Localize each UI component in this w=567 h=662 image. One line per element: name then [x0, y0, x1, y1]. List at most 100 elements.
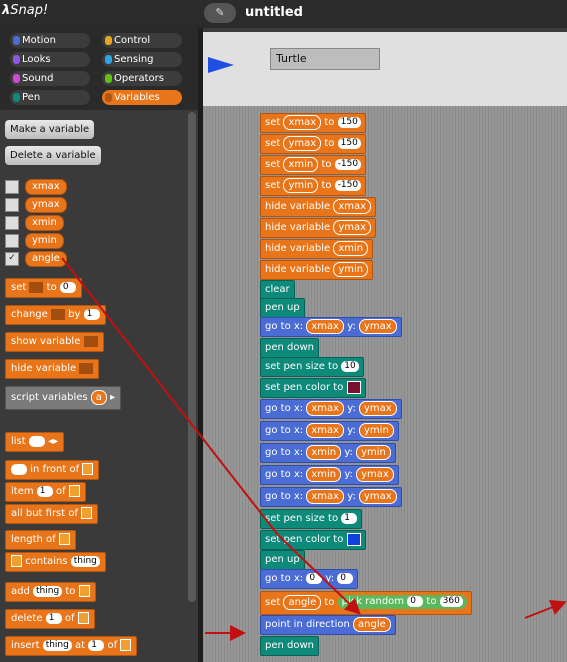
change-block[interactable]: change by 1 — [5, 305, 106, 325]
block-palette[interactable]: Make a variable Delete a variable xmax y… — [0, 110, 198, 662]
script-clear[interactable]: clear — [260, 280, 295, 300]
var-dropdown[interactable]: xmax — [283, 114, 322, 130]
category-variables[interactable]: Variables — [102, 90, 182, 105]
script-set-ymax[interactable]: set ymax to 150 — [260, 134, 366, 154]
snap-logo[interactable]: λSnap! — [2, 3, 48, 25]
pen-color-swatch[interactable] — [346, 380, 361, 394]
category-operators[interactable]: Operators — [102, 71, 182, 86]
script-set-pen-color-2[interactable]: set pen color to — [260, 530, 366, 550]
arrows-icon[interactable]: ◂▸ — [48, 436, 58, 447]
y-value[interactable]: 0 — [337, 572, 354, 584]
y-value[interactable]: ymax — [359, 488, 397, 504]
pick-random-block[interactable]: pick random 0 to 360 — [337, 595, 467, 609]
value-slot[interactable]: 150 — [337, 137, 361, 149]
list-block[interactable]: list ◂▸ — [5, 432, 65, 452]
var-dropdown[interactable]: ymin — [283, 177, 319, 193]
y-value[interactable]: ymax — [359, 318, 397, 334]
value-slot[interactable]: 1 — [83, 308, 100, 320]
show-variable-block[interactable]: show variable — [5, 332, 104, 352]
script-set-pen-size[interactable]: set pen size to 10 — [260, 357, 364, 377]
y-value[interactable]: ymax — [356, 466, 394, 482]
value-slot[interactable]: 0 — [407, 595, 424, 607]
x-value[interactable]: xmin — [306, 466, 342, 482]
palette-scrollbar[interactable] — [188, 112, 196, 602]
item-of-block[interactable]: item 1 of — [5, 482, 86, 502]
category-motion[interactable]: Motion — [10, 33, 90, 48]
value-slot[interactable]: thing — [70, 555, 100, 567]
script-pen-down-2[interactable]: pen down — [260, 636, 319, 656]
y-value[interactable]: ymax — [359, 400, 397, 416]
arrow-right-icon[interactable]: ▸ — [110, 392, 115, 403]
insert-block[interactable]: insert thing at 1 of — [5, 636, 138, 656]
add-block[interactable]: add thing to — [5, 582, 96, 602]
script-area[interactable] — [203, 106, 567, 662]
x-value[interactable]: 0 — [306, 572, 323, 584]
script-pen-down[interactable]: pen down — [260, 338, 319, 358]
var-dropdown[interactable]: ymax — [333, 219, 372, 235]
script-set-ymin[interactable]: set ymin to -150 — [260, 176, 367, 196]
variable-xmin[interactable]: xmin — [25, 215, 64, 231]
make-variable-button[interactable]: Make a variable — [5, 120, 95, 139]
checkbox-xmax[interactable] — [5, 180, 19, 194]
script-goto-zero[interactable]: go to x: 0 y: 0 — [260, 569, 359, 589]
script-hide-ymax[interactable]: hide variable ymax — [260, 218, 377, 238]
x-value[interactable]: xmax — [306, 422, 345, 438]
variable-ymax[interactable]: ymax — [25, 197, 67, 213]
category-sensing[interactable]: Sensing — [102, 52, 182, 67]
script-var-slot[interactable]: a — [90, 389, 107, 405]
script-set-xmin[interactable]: set xmin to -150 — [260, 155, 367, 175]
value-slot[interactable]: 150 — [337, 116, 361, 128]
script-set-angle[interactable]: set angle to pick random 0 to 360 — [260, 591, 472, 615]
script-pen-up-2[interactable]: pen up — [260, 550, 305, 570]
variable-angle[interactable]: angle — [25, 251, 67, 267]
value-slot[interactable]: 1 — [36, 485, 53, 497]
variable-xmax[interactable]: xmax — [25, 179, 67, 195]
var-dropdown[interactable]: ymin — [333, 261, 369, 277]
all-but-first-block[interactable]: all but first of — [5, 504, 99, 524]
var-dropdown[interactable]: xmax — [333, 198, 372, 214]
value-slot[interactable]: -150 — [334, 158, 362, 170]
value-slot[interactable]: 1 — [45, 612, 62, 624]
script-goto-3[interactable]: go to x: xmax y: ymin — [260, 421, 399, 441]
var-dropdown[interactable]: angle — [283, 594, 322, 610]
script-goto-2[interactable]: go to x: xmax y: ymax — [260, 399, 402, 419]
delete-variable-button[interactable]: Delete a variable — [5, 146, 101, 165]
in-front-of-block[interactable]: in front of — [5, 460, 100, 480]
category-looks[interactable]: Looks — [10, 52, 90, 67]
value-slot[interactable]: 360 — [439, 595, 463, 607]
contains-block[interactable]: contains thing — [5, 552, 106, 572]
set-block[interactable]: set to 0 — [5, 278, 82, 298]
script-set-xmax[interactable]: set xmax to 150 — [260, 113, 366, 133]
script-goto-6[interactable]: go to x: xmax y: ymax — [260, 487, 402, 507]
delete-block[interactable]: delete 1 of — [5, 609, 95, 629]
script-hide-xmin[interactable]: hide variable xmin — [260, 239, 374, 259]
y-value[interactable]: ymin — [359, 422, 394, 438]
var-dropdown[interactable] — [51, 308, 65, 320]
script-set-pen-size-2[interactable]: set pen size to 1 — [260, 509, 363, 529]
value-slot[interactable]: 1 — [88, 639, 105, 651]
x-value[interactable]: xmax — [306, 488, 345, 504]
value-slot[interactable] — [28, 435, 45, 447]
category-control[interactable]: Control — [102, 33, 182, 48]
direction-value[interactable]: angle — [353, 616, 391, 632]
y-value[interactable]: ymin — [356, 444, 391, 460]
var-dropdown[interactable]: xmin — [283, 156, 319, 172]
var-dropdown[interactable] — [83, 335, 98, 347]
script-variables-block[interactable]: script variables a ▸ — [5, 386, 122, 410]
x-value[interactable]: xmax — [306, 318, 345, 334]
value-slot[interactable]: thing — [33, 585, 63, 597]
script-goto-5[interactable]: go to x: xmin y: ymax — [260, 465, 399, 485]
turtle-sprite-icon[interactable] — [208, 57, 234, 73]
script-goto-1[interactable]: go to x: xmax y: ymax — [260, 317, 402, 337]
file-menu-button[interactable]: ✎ — [204, 3, 236, 23]
script-goto-4[interactable]: go to x: xmin y: ymin — [260, 443, 396, 463]
checkbox-angle[interactable]: ✓ — [5, 252, 19, 266]
var-dropdown[interactable] — [79, 362, 94, 374]
script-pen-up[interactable]: pen up — [260, 298, 305, 318]
var-dropdown[interactable]: xmin — [333, 240, 369, 256]
value-slot[interactable]: 10 — [341, 360, 359, 372]
value-slot[interactable]: 1 — [341, 512, 358, 524]
script-set-pen-color[interactable]: set pen color to — [260, 378, 366, 398]
variable-ymin[interactable]: ymin — [25, 233, 64, 249]
script-point-direction[interactable]: point in direction angle — [260, 615, 396, 635]
